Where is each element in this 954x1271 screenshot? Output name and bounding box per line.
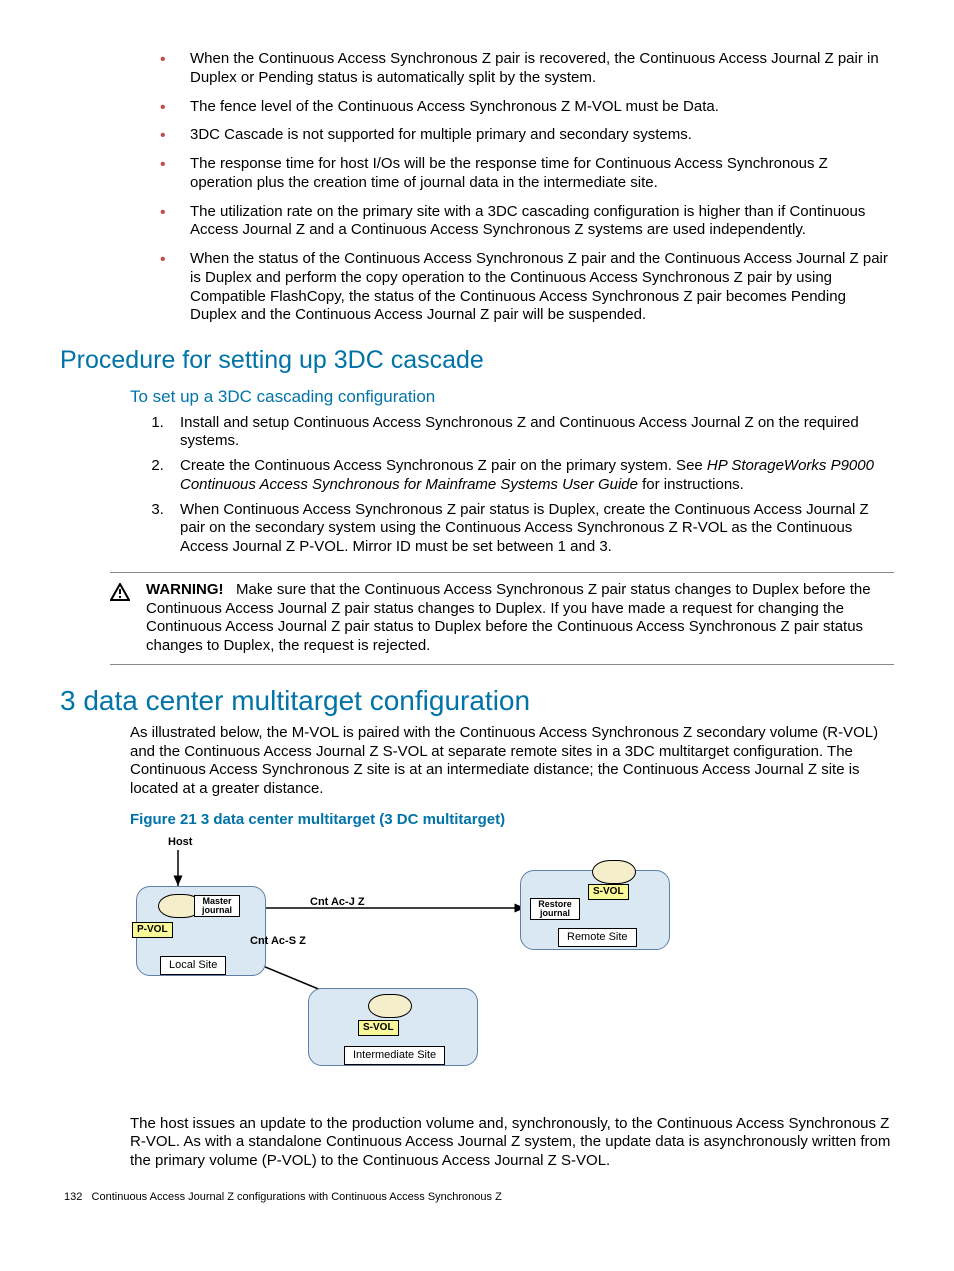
step-text: Create the Continuous Access Synchronous… [180,457,707,474]
master-journal-label: Master journal [194,895,240,917]
warning-label: WARNING! [146,581,224,598]
figure-caption: Figure 21 3 data center multitarget (3 D… [130,811,894,830]
list-item: When the Continuous Access Synchronous Z… [160,50,894,88]
list-item: The fence level of the Continuous Access… [160,98,894,117]
page-number: 132 [64,1191,82,1203]
warning-body: Make sure that the Continuous Access Syn… [146,581,871,654]
bullet-list: When the Continuous Access Synchronous Z… [60,50,894,325]
step-item: Create the Continuous Access Synchronous… [168,457,894,495]
cnt-ac-sz-label: Cnt Ac-S Z [250,935,306,949]
warning-text: WARNING! Make sure that the Continuous A… [146,581,894,656]
list-item: 3DC Cascade is not supported for multipl… [160,126,894,145]
section-heading-multitarget: 3 data center multitarget configuration [60,683,894,718]
step-item: Install and setup Continuous Access Sync… [168,414,894,452]
intermediate-site-label: Intermediate Site [344,1046,445,1066]
svol-remote-label: S-VOL [588,884,629,901]
subsection-heading-toset: To set up a 3DC cascading configuration [130,386,894,407]
list-item: The response time for host I/Os will be … [160,155,894,193]
remote-site-label: Remote Site [558,928,637,948]
footer-text: Continuous Access Journal Z configuratio… [92,1191,502,1203]
warning-block: WARNING! Make sure that the Continuous A… [110,572,894,665]
svol-inter-label: S-VOL [358,1020,399,1037]
figure-diagram: Host Master journal P-VOL Local Site Cnt… [130,840,690,1090]
svol-inter-cylinder-icon [368,994,412,1018]
cnt-ac-jz-label: Cnt Ac-J Z [310,896,365,910]
section-heading-procedure: Procedure for setting up 3DC cascade [60,345,894,376]
step-text: for instructions. [638,476,744,493]
step-item: When Continuous Access Synchronous Z pai… [168,501,894,557]
pvol-label: P-VOL [132,922,173,939]
numbered-steps: Install and setup Continuous Access Sync… [60,414,894,557]
page-footer: 132 Continuous Access Journal Z configur… [60,1191,894,1205]
body-paragraph: The host issues an update to the product… [130,1115,894,1171]
warning-icon [110,583,134,607]
svol-remote-cylinder-icon [592,860,636,884]
restore-journal-label: Restore journal [530,898,580,920]
local-site-label: Local Site [160,956,226,976]
list-item: The utilization rate on the primary site… [160,203,894,241]
host-label: Host [168,836,192,850]
body-paragraph: As illustrated below, the M-VOL is paire… [130,724,894,799]
list-item: When the status of the Continuous Access… [160,250,894,325]
